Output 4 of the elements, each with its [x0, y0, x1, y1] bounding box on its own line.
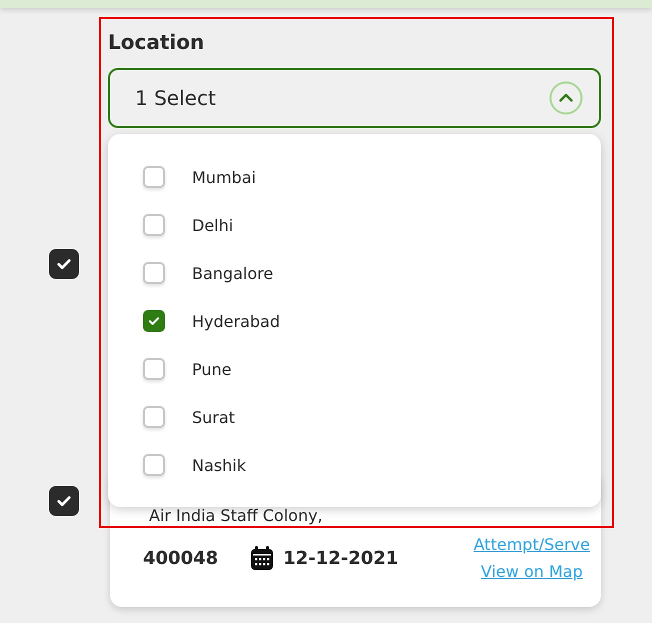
- date-text: 12-12-2021: [283, 548, 398, 568]
- address-text: Air India Staff Colony,: [148, 506, 324, 525]
- pincode-text: 400048: [143, 548, 218, 568]
- location-label: Location: [108, 29, 206, 55]
